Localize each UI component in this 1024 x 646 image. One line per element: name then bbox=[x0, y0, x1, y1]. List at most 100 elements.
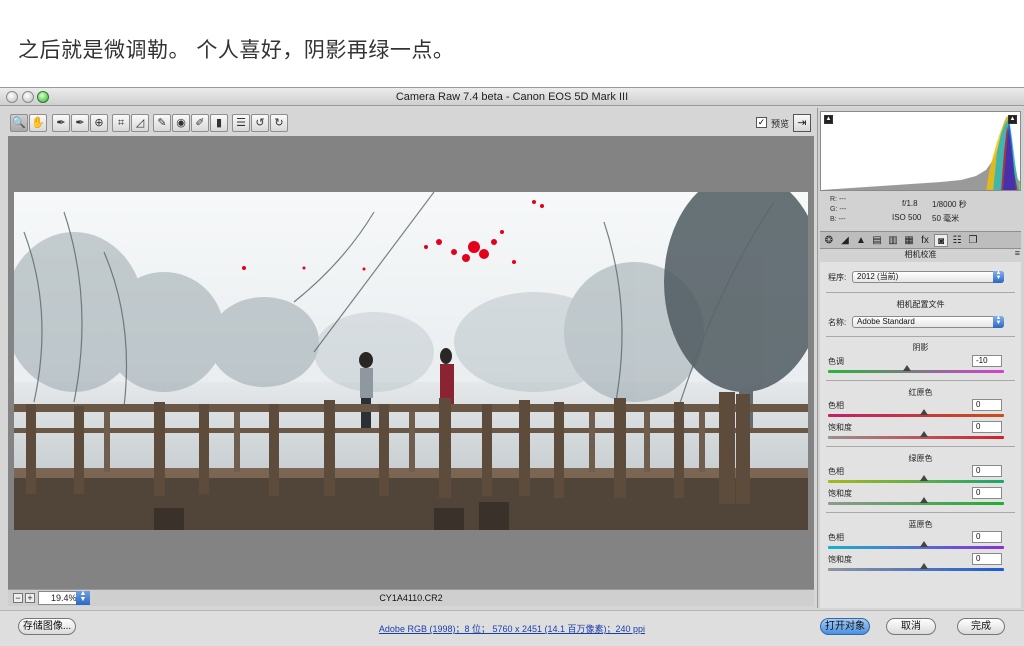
tab-basic-icon[interactable]: ❂ bbox=[822, 234, 836, 247]
green-hue-label: 色相 bbox=[828, 467, 844, 476]
shadow-tint-label: 色调 bbox=[828, 357, 844, 366]
shutter-value: 1/8000 秒 bbox=[932, 200, 967, 209]
divider bbox=[826, 336, 1015, 337]
adjustments-panel: ▲ ▲ R: --- G: --- B: --- f/1.8 1/8000 秒 … bbox=[817, 108, 1024, 608]
red-hue-label: 色相 bbox=[828, 401, 844, 410]
green-saturation-label: 饱和度 bbox=[828, 489, 852, 498]
blue-saturation-value[interactable]: 0 bbox=[972, 553, 1002, 565]
window-title: Camera Raw 7.4 beta - Canon EOS 5D Mark … bbox=[395, 91, 629, 103]
done-button[interactable]: 完成 bbox=[957, 618, 1005, 635]
red-saturation-slider-thumb[interactable] bbox=[920, 431, 928, 437]
divider bbox=[826, 446, 1015, 447]
profile-name-label: 名称: bbox=[828, 318, 847, 327]
cancel-button[interactable]: 取消 bbox=[886, 618, 936, 635]
tab-hsl-icon[interactable]: ▤ bbox=[870, 234, 884, 247]
shadow-tint-slider[interactable] bbox=[828, 370, 1004, 373]
tab-presets-icon[interactable]: ☷ bbox=[950, 234, 964, 247]
rotate-right-icon[interactable]: ↻ bbox=[270, 114, 288, 132]
profile-dropdown-icon[interactable]: ▲ ▼ bbox=[993, 315, 1004, 328]
blue-readout: B: --- bbox=[830, 216, 846, 223]
camera-profile-title: 相机配置文件 bbox=[896, 300, 945, 309]
histogram: ▲ ▲ bbox=[820, 111, 1021, 191]
iso-value: ISO 500 bbox=[892, 213, 922, 222]
red-primary-title: 红原色 bbox=[908, 388, 933, 397]
title-bar: Camera Raw 7.4 beta - Canon EOS 5D Mark … bbox=[0, 88, 1024, 106]
photo-preview[interactable] bbox=[14, 192, 808, 530]
shadows-title: 阴影 bbox=[912, 343, 929, 352]
green-hue-value[interactable]: 0 bbox=[972, 465, 1002, 477]
histogram-graph bbox=[821, 116, 1020, 190]
blue-hue-value[interactable]: 0 bbox=[972, 531, 1002, 543]
process-select[interactable]: 2012 (当前) ▲ ▼ bbox=[852, 270, 1004, 283]
shadow-clipping-warning-icon[interactable]: ▲ bbox=[824, 115, 833, 124]
focal-length-value: 50 毫米 bbox=[932, 214, 960, 223]
tab-effects-icon[interactable]: fx bbox=[918, 234, 932, 247]
green-saturation-slider[interactable] bbox=[828, 502, 1004, 505]
divider bbox=[826, 380, 1015, 381]
blue-primary-title: 蓝原色 bbox=[908, 520, 933, 529]
crop-tool-icon[interactable]: ⌗ bbox=[112, 114, 130, 132]
open-object-button[interactable]: 打开对象 bbox=[820, 618, 870, 635]
red-hue-slider[interactable] bbox=[828, 414, 1004, 417]
panel-title: 相机校准 bbox=[904, 250, 937, 259]
zoom-tool-icon[interactable]: 🔍 bbox=[10, 114, 28, 132]
blue-saturation-slider-thumb[interactable] bbox=[920, 563, 928, 569]
red-hue-slider-thumb[interactable] bbox=[920, 409, 928, 415]
white-balance-tool-icon[interactable]: ✒ bbox=[52, 114, 70, 132]
graduated-filter-tool-icon[interactable]: ▮ bbox=[210, 114, 228, 132]
hand-tool-icon[interactable]: ✋ bbox=[29, 114, 47, 132]
tab-lens-corrections-icon[interactable]: ▦ bbox=[902, 234, 916, 247]
tab-split-toning-icon[interactable]: ▥ bbox=[886, 234, 900, 247]
process-value: 2012 (当前) bbox=[857, 272, 899, 281]
red-eye-tool-icon[interactable]: ◉ bbox=[172, 114, 190, 132]
tab-camera-calibration-icon[interactable]: ◙ bbox=[934, 234, 948, 247]
adjustment-brush-tool-icon[interactable]: ✐ bbox=[191, 114, 209, 132]
tab-tone-curve-icon[interactable]: ◢ bbox=[838, 234, 852, 247]
preferences-icon[interactable]: ☰ bbox=[232, 114, 250, 132]
photo-scene bbox=[14, 192, 808, 530]
workflow-options-link[interactable]: Adobe RGB (1998)；8 位； 5760 x 2451 (14.1 … bbox=[0, 622, 1024, 635]
blue-saturation-label: 饱和度 bbox=[828, 555, 852, 564]
green-saturation-value[interactable]: 0 bbox=[972, 487, 1002, 499]
divider bbox=[826, 512, 1015, 513]
preview-checkbox[interactable]: ✓ bbox=[756, 117, 767, 128]
highlight-clipping-warning-icon[interactable]: ▲ bbox=[1008, 115, 1017, 124]
toolbar: 🔍 ✋ ✒ ✒ ⊕ ⌗ ◿ ✎ ◉ ✐ ▮ ☰ ↺ ↻ ✓ 预览 ⇥ bbox=[8, 112, 814, 134]
panel-tab-strip: ❂ ◢ ▲ ▤ ▥ ▦ fx ◙ ☷ ❐ bbox=[820, 231, 1021, 249]
green-saturation-slider-thumb[interactable] bbox=[920, 497, 928, 503]
status-bar: − + 19.4% ▲ ▼ CY1A4110.CR2 bbox=[8, 589, 814, 606]
process-dropdown-icon[interactable]: ▲ ▼ bbox=[993, 270, 1004, 283]
red-hue-value[interactable]: 0 bbox=[972, 399, 1002, 411]
article-caption: 之后就是微调勒。 个人喜好，阴影再绿一点。 bbox=[18, 39, 455, 62]
tab-snapshots-icon[interactable]: ❐ bbox=[966, 234, 980, 247]
panel-menu-icon[interactable]: ≡ bbox=[1015, 248, 1020, 258]
red-saturation-value[interactable]: 0 bbox=[972, 421, 1002, 433]
color-sampler-tool-icon[interactable]: ✒ bbox=[71, 114, 89, 132]
blue-hue-slider[interactable] bbox=[828, 546, 1004, 549]
shadow-tint-value[interactable]: -10 bbox=[972, 355, 1002, 367]
green-readout: G: --- bbox=[830, 206, 847, 213]
red-readout: R: --- bbox=[830, 196, 846, 203]
fullscreen-toggle-icon[interactable]: ⇥ bbox=[793, 114, 811, 132]
shadow-tint-slider-thumb[interactable] bbox=[903, 365, 912, 371]
tab-detail-icon[interactable]: ▲ bbox=[854, 234, 868, 247]
target-adjust-tool-icon[interactable]: ⊕ bbox=[90, 114, 108, 132]
spot-removal-tool-icon[interactable]: ✎ bbox=[153, 114, 171, 132]
profile-name-value: Adobe Standard bbox=[857, 317, 915, 326]
preview-label: 预览 bbox=[771, 119, 790, 129]
camera-raw-window: Camera Raw 7.4 beta - Canon EOS 5D Mark … bbox=[0, 87, 1024, 646]
green-hue-slider-thumb[interactable] bbox=[920, 475, 928, 481]
green-hue-slider[interactable] bbox=[828, 480, 1004, 483]
straighten-tool-icon[interactable]: ◿ bbox=[131, 114, 149, 132]
camera-calibration-panel: 程序: 2012 (当前) ▲ ▼ 相机配置文件 名称: Adobe Standa… bbox=[820, 262, 1021, 608]
blue-saturation-slider[interactable] bbox=[828, 568, 1004, 571]
green-primary-title: 绿原色 bbox=[908, 454, 933, 463]
red-saturation-slider[interactable] bbox=[828, 436, 1004, 439]
image-preview-area[interactable] bbox=[8, 136, 814, 589]
profile-name-select[interactable]: Adobe Standard ▲ ▼ bbox=[852, 315, 1004, 328]
red-saturation-label: 饱和度 bbox=[828, 423, 852, 432]
blue-hue-slider-thumb[interactable] bbox=[920, 541, 928, 547]
rotate-left-icon[interactable]: ↺ bbox=[251, 114, 269, 132]
bottom-bar: 存储图像... Adobe RGB (1998)；8 位； 5760 x 245… bbox=[0, 610, 1024, 646]
rgb-exif-readout: R: --- G: --- B: --- f/1.8 1/8000 秒 ISO … bbox=[820, 194, 1021, 230]
